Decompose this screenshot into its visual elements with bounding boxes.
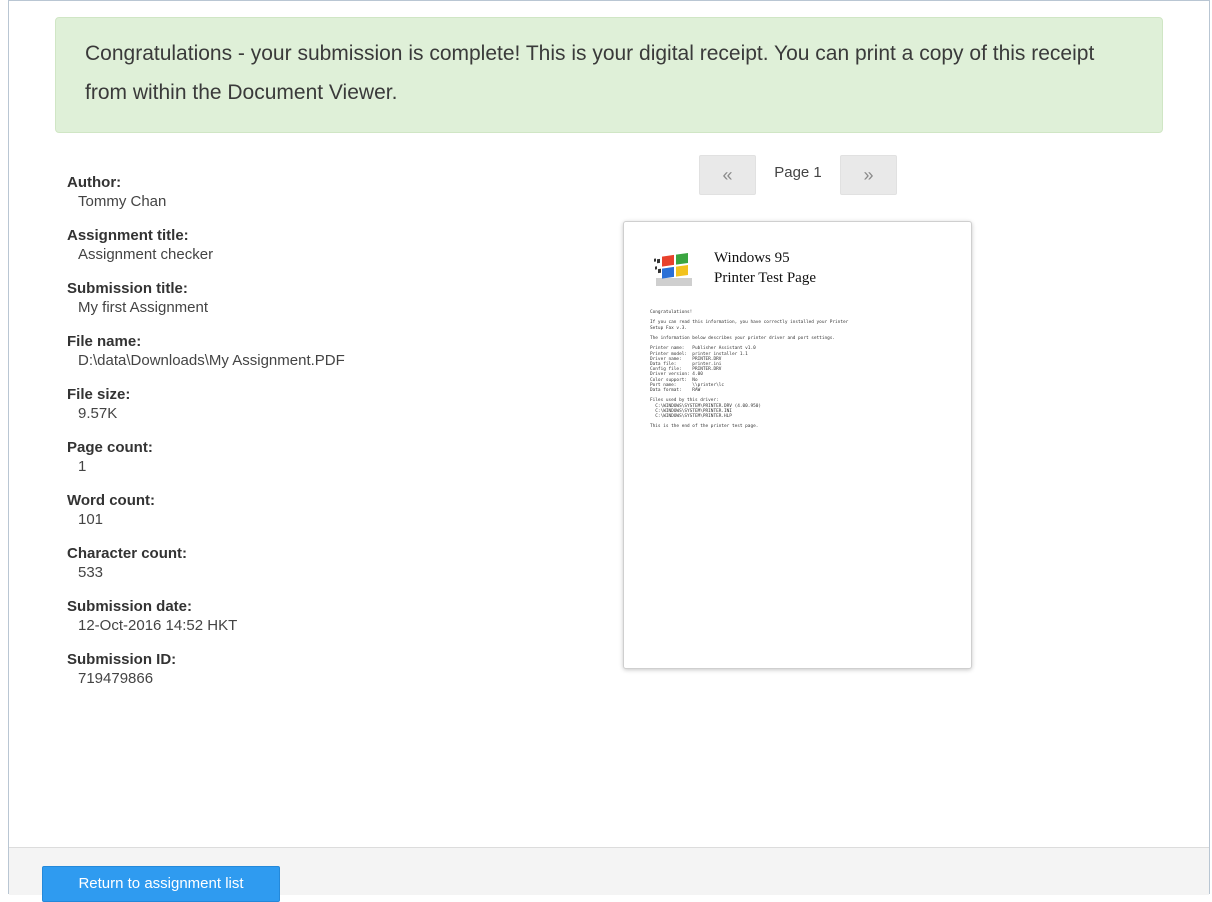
detail-character-count: Character count: 533 bbox=[67, 544, 547, 583]
detail-value: 719479866 bbox=[78, 670, 154, 687]
page-pager: « Page 1 » bbox=[699, 155, 899, 195]
detail-file-size: File size: 9.57K bbox=[67, 385, 547, 424]
detail-page-count: Page count: 1 bbox=[67, 438, 547, 477]
detail-author: Author: Tommy Chan bbox=[67, 173, 547, 212]
detail-label: Character count: bbox=[67, 545, 188, 562]
detail-submission-id: Submission ID: 719479866 bbox=[67, 650, 547, 689]
receipt-details: Author: Tommy Chan Assignment title: Ass… bbox=[67, 173, 547, 703]
detail-value: 1 bbox=[78, 458, 87, 475]
document-body-text: Congratulations! If you can read this in… bbox=[650, 310, 849, 430]
detail-value: Assignment checker bbox=[78, 246, 214, 263]
previous-page-button[interactable]: « bbox=[699, 155, 756, 195]
detail-label: Assignment title: bbox=[67, 227, 189, 244]
detail-assignment-title: Assignment title: Assignment checker bbox=[67, 226, 547, 265]
detail-value: My first Assignment bbox=[78, 299, 209, 316]
detail-file-name: File name: D:\data\Downloads\My Assignme… bbox=[67, 332, 547, 371]
success-message: Congratulations - your submission is com… bbox=[85, 42, 1095, 104]
detail-value: D:\data\Downloads\My Assignment.PDF bbox=[78, 352, 345, 369]
footer-bar: Return to assignment list bbox=[9, 847, 1209, 902]
page-indicator: Page 1 bbox=[774, 164, 822, 181]
detail-label: Submission ID: bbox=[67, 651, 177, 668]
detail-label: Word count: bbox=[67, 492, 156, 509]
detail-submission-date: Submission date: 12-Oct-2016 14:52 HKT bbox=[67, 597, 547, 636]
detail-word-count: Word count: 101 bbox=[67, 491, 547, 530]
detail-value: 12-Oct-2016 14:52 HKT bbox=[78, 617, 238, 634]
detail-submission-title: Submission title: My first Assignment bbox=[67, 279, 547, 318]
detail-label: Submission title: bbox=[67, 280, 188, 297]
detail-label: Submission date: bbox=[67, 598, 193, 615]
success-alert: Congratulations - your submission is com… bbox=[55, 17, 1163, 133]
next-page-button[interactable]: » bbox=[840, 155, 897, 195]
document-preview[interactable]: Windows 95 Printer Test Page Congratulat… bbox=[623, 221, 972, 669]
detail-value: Tommy Chan bbox=[78, 193, 167, 210]
detail-label: File size: bbox=[67, 386, 131, 403]
return-to-assignment-list-button[interactable]: Return to assignment list bbox=[42, 866, 280, 902]
detail-value: 101 bbox=[78, 511, 104, 528]
detail-label: Author: bbox=[67, 174, 122, 191]
detail-label: Page count: bbox=[67, 439, 153, 456]
receipt-panel: Congratulations - your submission is com… bbox=[8, 0, 1210, 902]
document-title: Windows 95 Printer Test Page bbox=[714, 250, 816, 286]
detail-value: 9.57K bbox=[78, 405, 118, 422]
windows-logo-icon bbox=[654, 252, 692, 286]
detail-value: 533 bbox=[78, 564, 104, 581]
detail-label: File name: bbox=[67, 333, 142, 350]
